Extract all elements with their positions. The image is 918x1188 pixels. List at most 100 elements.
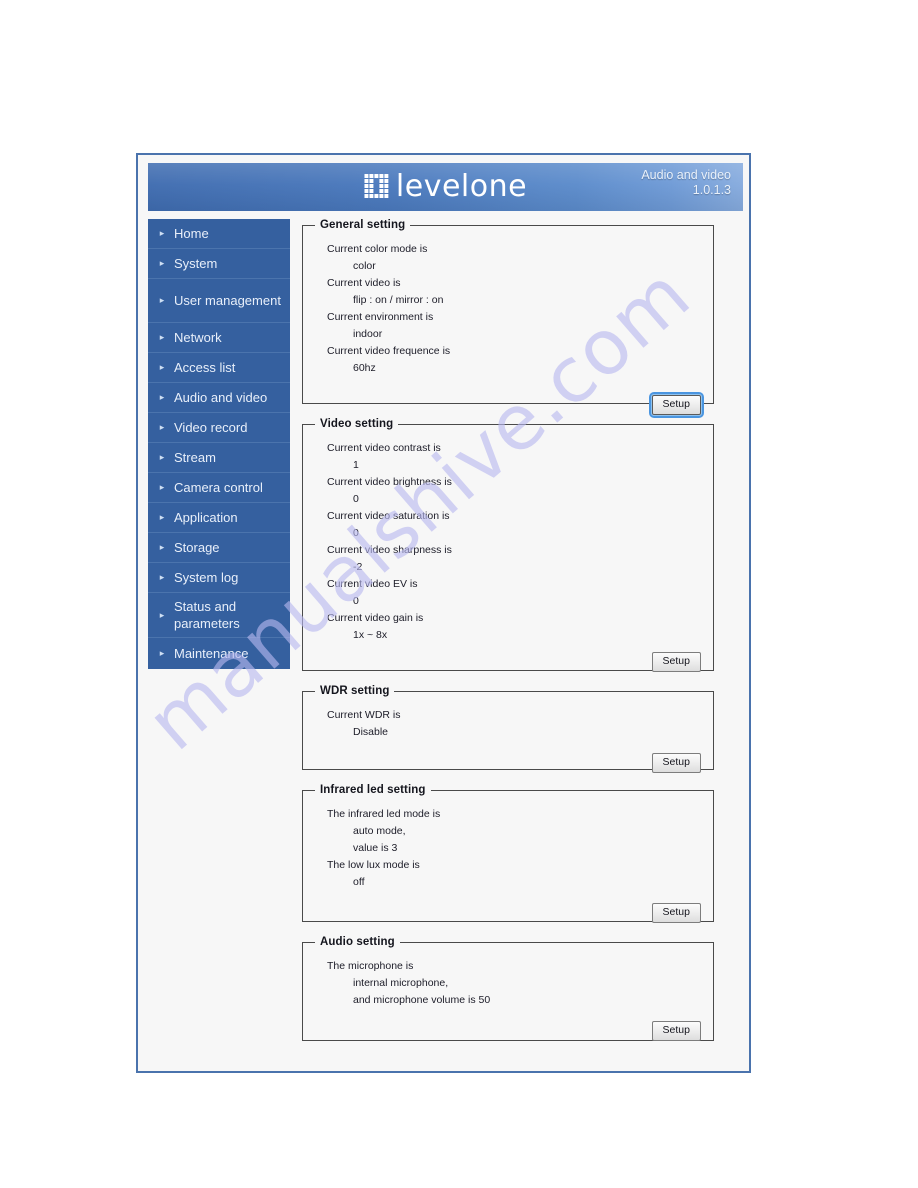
- status-value: 0: [353, 595, 359, 607]
- status-value: 0: [353, 527, 359, 539]
- status-line: Current video sharpness is: [327, 544, 452, 556]
- sidebar-item-home[interactable]: ▸ Home: [148, 219, 290, 249]
- sidebar-item-video-record[interactable]: ▸ Video record: [148, 413, 290, 443]
- status-value: color: [353, 260, 376, 272]
- page-root: manualshive.com levelone Audio and video…: [0, 0, 918, 1188]
- sidebar-item-label: Maintenance: [174, 645, 249, 661]
- general-setting-panel: General setting Current color mode is co…: [302, 219, 714, 418]
- status-line: The infrared led mode is: [327, 808, 441, 820]
- chevron-right-icon: ▸: [159, 228, 165, 238]
- status-line: Current video is: [327, 277, 401, 289]
- levelone-pixel-logo-icon: [363, 174, 388, 200]
- video-setting-panel: Video setting Current video contrast is …: [302, 418, 714, 672]
- audio-setting-panel: Audio setting The microphone is internal…: [302, 936, 714, 1041]
- wdr-setting-legend: WDR setting: [320, 685, 390, 697]
- general-setting-actions: Setup: [313, 377, 705, 418]
- status-line: Current video EV is: [327, 578, 418, 590]
- general-setup-button[interactable]: Setup: [648, 392, 705, 418]
- chevron-right-icon: ▸: [159, 572, 165, 582]
- sidebar-item-label: Status and parameters: [174, 599, 240, 631]
- status-line: Current environment is: [327, 311, 434, 323]
- chevron-right-icon: ▸: [159, 362, 165, 372]
- video-setting-body: Current video contrast is 1 Current vide…: [313, 436, 703, 644]
- sidebar-item-label: Video record: [174, 420, 248, 435]
- header-title-block: Audio and video 1.0.1.3: [641, 168, 731, 198]
- status-line: Current video contrast is: [327, 442, 441, 454]
- status-value: -2: [353, 561, 363, 573]
- chevron-right-icon: ▸: [159, 482, 165, 492]
- general-setting-legend: General setting: [320, 219, 406, 231]
- sidebar-item-label: System: [174, 256, 218, 271]
- sidebar-item-audio-and-video[interactable]: ▸ Audio and video: [148, 383, 290, 413]
- status-value: Disable: [353, 726, 389, 738]
- sidebar-item-access-list[interactable]: ▸ Access list: [148, 353, 290, 383]
- sidebar-item-label: Access list: [174, 360, 236, 375]
- sidebar-item-system-log[interactable]: ▸ System log: [148, 563, 290, 593]
- chevron-right-icon: ▸: [159, 332, 165, 342]
- status-line: Current video saturation is: [327, 510, 450, 522]
- sidebar-item-application[interactable]: ▸ Application: [148, 503, 290, 533]
- status-value: indoor: [353, 328, 383, 340]
- video-setting-actions: Setup: [313, 644, 703, 672]
- infrared-setup-button[interactable]: Setup: [651, 903, 701, 923]
- sidebar-item-camera-control[interactable]: ▸ Camera control: [148, 473, 290, 503]
- sidebar-item-network[interactable]: ▸ Network: [148, 323, 290, 353]
- header-banner: levelone Audio and video 1.0.1.3: [148, 163, 743, 211]
- chevron-right-icon: ▸: [159, 392, 165, 402]
- sidebar-item-label: Storage: [174, 540, 220, 555]
- sidebar-item-status-and-parameters[interactable]: ▸ Status and parameters: [148, 593, 290, 638]
- infrared-led-setting-legend: Infrared led setting: [320, 784, 426, 796]
- infrared-led-setting-actions: Setup: [313, 891, 703, 923]
- status-value: off: [353, 876, 365, 888]
- status-value: flip : on / mirror : on: [353, 294, 444, 306]
- chevron-right-icon: ▸: [159, 295, 165, 305]
- chevron-right-icon: ▸: [159, 647, 165, 658]
- video-setup-button[interactable]: Setup: [651, 652, 701, 672]
- brand-wordmark: levelone: [395, 169, 528, 204]
- infrared-led-setting-body: The infrared led mode is auto mode, valu…: [313, 802, 703, 891]
- chevron-right-icon: ▸: [159, 452, 165, 462]
- wdr-setting-panel: WDR setting Current WDR is Disable Setup: [302, 685, 714, 773]
- status-line: Current color mode is: [327, 243, 428, 255]
- infrared-led-setting-panel: Infrared led setting The infrared led mo…: [302, 784, 714, 923]
- status-line: Current video gain is: [327, 612, 424, 624]
- video-setting-legend: Video setting: [320, 418, 394, 430]
- sidebar-item-label: Home: [174, 226, 209, 241]
- main-content: General setting Current color mode is co…: [302, 219, 714, 1055]
- sidebar-item-storage[interactable]: ▸ Storage: [148, 533, 290, 563]
- sidebar-item-label: System log: [174, 570, 239, 585]
- sidebar-item-user-management[interactable]: ▸ User management: [148, 279, 290, 323]
- sidebar-item-stream[interactable]: ▸ Stream: [148, 443, 290, 473]
- chevron-right-icon: ▸: [159, 542, 165, 552]
- audio-setup-button[interactable]: Setup: [651, 1021, 701, 1041]
- sidebar-item-maintenance[interactable]: ▸ Maintenance: [148, 638, 290, 668]
- status-value: and microphone volume is 50: [353, 994, 491, 1006]
- audio-setting-actions: Setup: [313, 1009, 703, 1041]
- sidebar-item-system[interactable]: ▸ System: [148, 249, 290, 279]
- sidebar-item-label: Network: [174, 330, 222, 345]
- sidebar-item-label: User management: [174, 293, 281, 308]
- status-value: 1x ~ 8x: [353, 629, 388, 641]
- wdr-setting-actions: Setup: [313, 741, 703, 773]
- status-line: The microphone is: [327, 960, 414, 972]
- chevron-right-icon: ▸: [159, 512, 165, 522]
- status-line: Current WDR is: [327, 709, 401, 721]
- status-value: 60hz: [353, 362, 376, 374]
- status-value: 0: [353, 493, 359, 505]
- sidebar-item-label: Audio and video: [174, 390, 268, 405]
- wdr-setup-button[interactable]: Setup: [651, 753, 701, 773]
- sidebar-item-label: Stream: [174, 450, 216, 465]
- status-line: Current video brightness is: [327, 476, 452, 488]
- sidebar-nav: ▸ Home ▸ System ▸ User management ▸ Netw…: [148, 219, 290, 669]
- firmware-version: 1.0.1.3: [692, 183, 731, 197]
- wdr-setting-body: Current WDR is Disable: [313, 703, 703, 741]
- brand-logo: levelone: [363, 169, 528, 204]
- sidebar-item-label: Application: [174, 510, 238, 525]
- general-setting-body: Current color mode is color Current vide…: [313, 237, 703, 377]
- status-line: The low lux mode is: [327, 859, 420, 871]
- chevron-right-icon: ▸: [159, 609, 165, 620]
- status-value: 1: [353, 459, 359, 471]
- page-title: Audio and video: [641, 168, 731, 182]
- status-value: auto mode,: [353, 825, 406, 837]
- device-web-ui-frame: levelone Audio and video 1.0.1.3 ▸ Home …: [136, 153, 751, 1073]
